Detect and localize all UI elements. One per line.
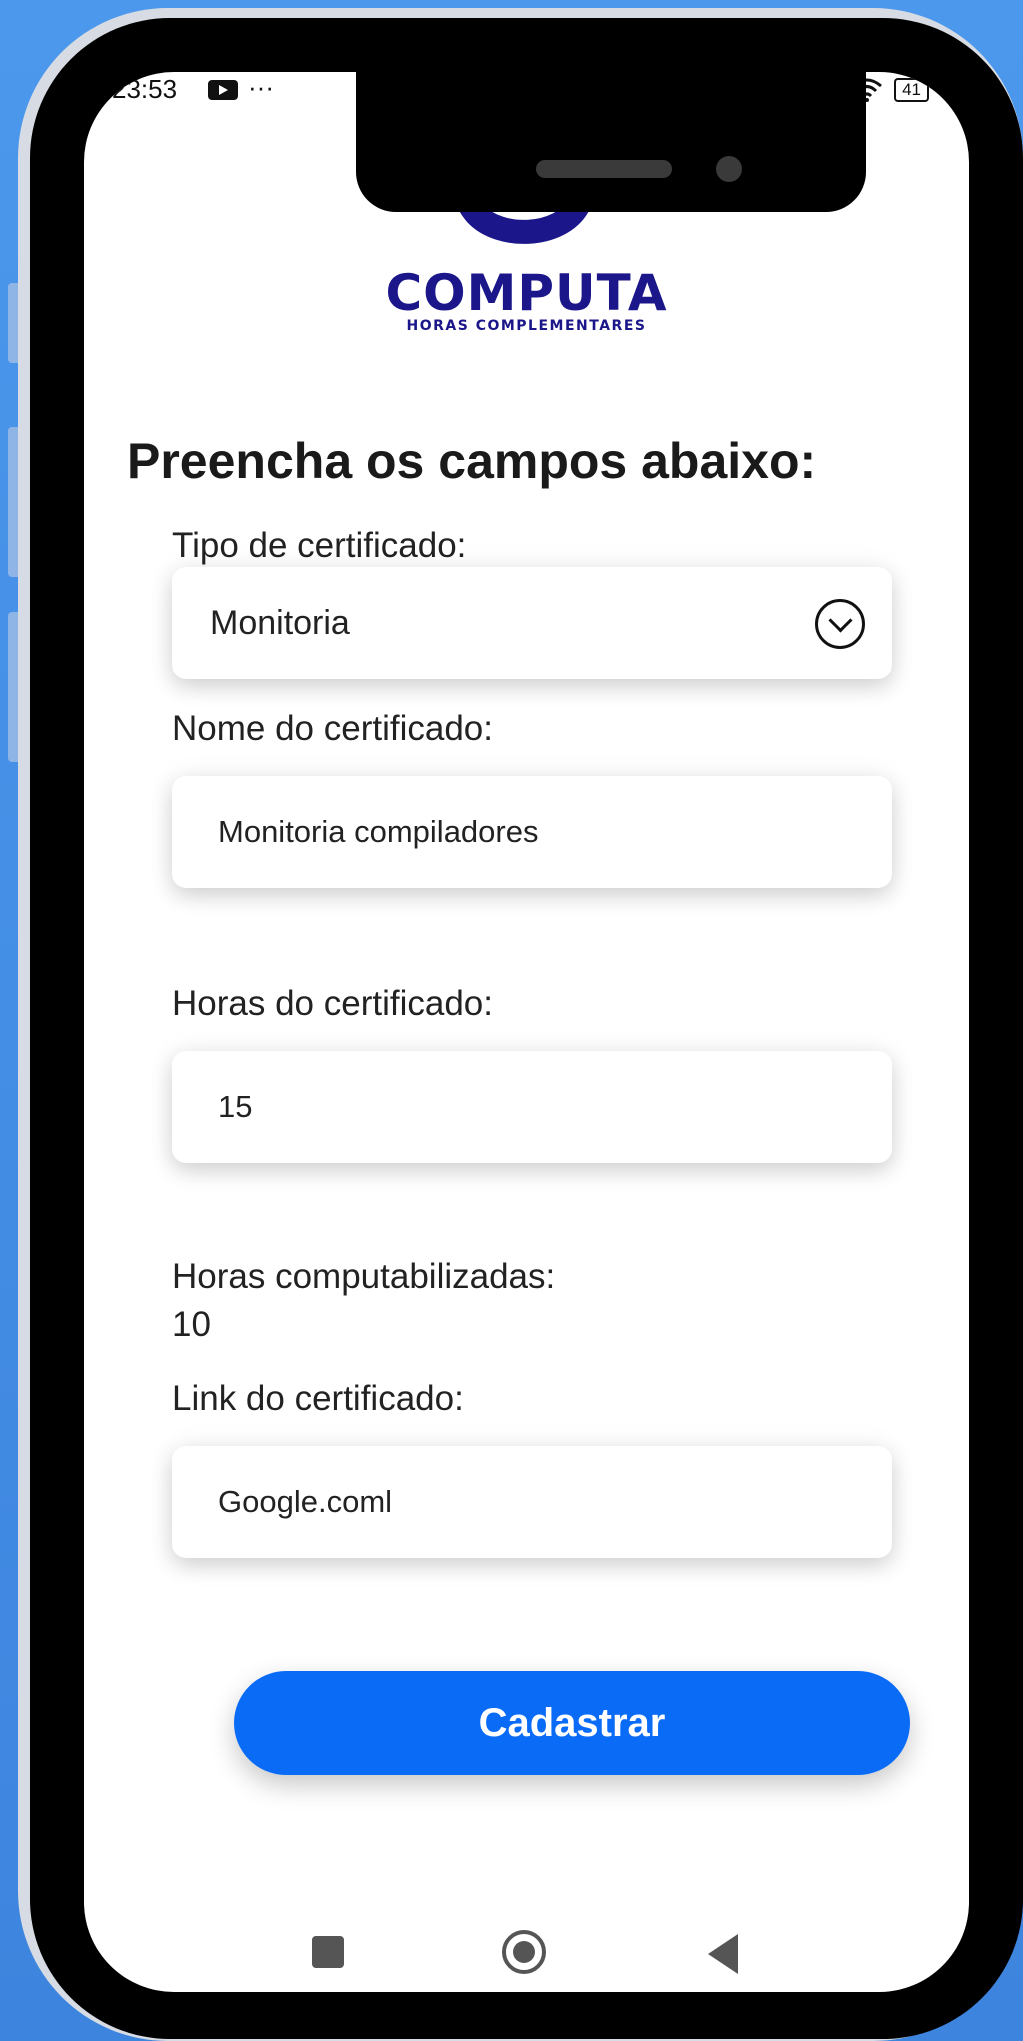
horas-input[interactable]: 15: [172, 1051, 892, 1163]
phone-screen: 23:53 ··· 41 COMPUTA HORAS COMPLEMENTARE…: [84, 72, 969, 1992]
nome-label: Nome do certificado:: [172, 709, 493, 748]
youtube-notification-icon: [208, 80, 238, 100]
page-title: Preencha os campos abaixo:: [127, 433, 817, 489]
logo-subtitle: HORAS COMPLEMENTARES: [406, 318, 647, 334]
tipo-label: Tipo de certificado:: [172, 526, 467, 565]
recent-apps-icon[interactable]: [312, 1936, 344, 1968]
chevron-down-icon[interactable]: [815, 599, 865, 649]
home-icon[interactable]: [502, 1930, 546, 1974]
android-nav-bar: [84, 1922, 969, 1992]
link-input[interactable]: Google.coml: [172, 1446, 892, 1558]
tipo-select-value: Monitoria: [210, 604, 350, 642]
back-icon[interactable]: [708, 1934, 738, 1974]
link-input-value: Google.coml: [218, 1484, 393, 1519]
horas-label: Horas do certificado:: [172, 984, 493, 1023]
computadas-value: 10: [172, 1305, 211, 1344]
status-time: 23:53: [112, 74, 178, 104]
horas-input-value: 15: [218, 1089, 253, 1124]
earpiece-speaker: [536, 160, 672, 178]
front-camera: [716, 156, 742, 182]
link-label: Link do certificado:: [172, 1379, 464, 1418]
computadas-label: Horas computabilizadas:: [172, 1257, 556, 1296]
more-notifications-icon: ···: [248, 72, 274, 102]
nome-input[interactable]: Monitoria compiladores: [172, 776, 892, 888]
nome-input-value: Monitoria compiladores: [218, 814, 539, 849]
camera-notch: [356, 72, 866, 212]
logo-title: COMPUTA: [385, 264, 668, 322]
battery-icon: 41: [894, 78, 929, 102]
tipo-select[interactable]: Monitoria: [172, 567, 892, 679]
cadastrar-button[interactable]: Cadastrar: [234, 1671, 910, 1775]
